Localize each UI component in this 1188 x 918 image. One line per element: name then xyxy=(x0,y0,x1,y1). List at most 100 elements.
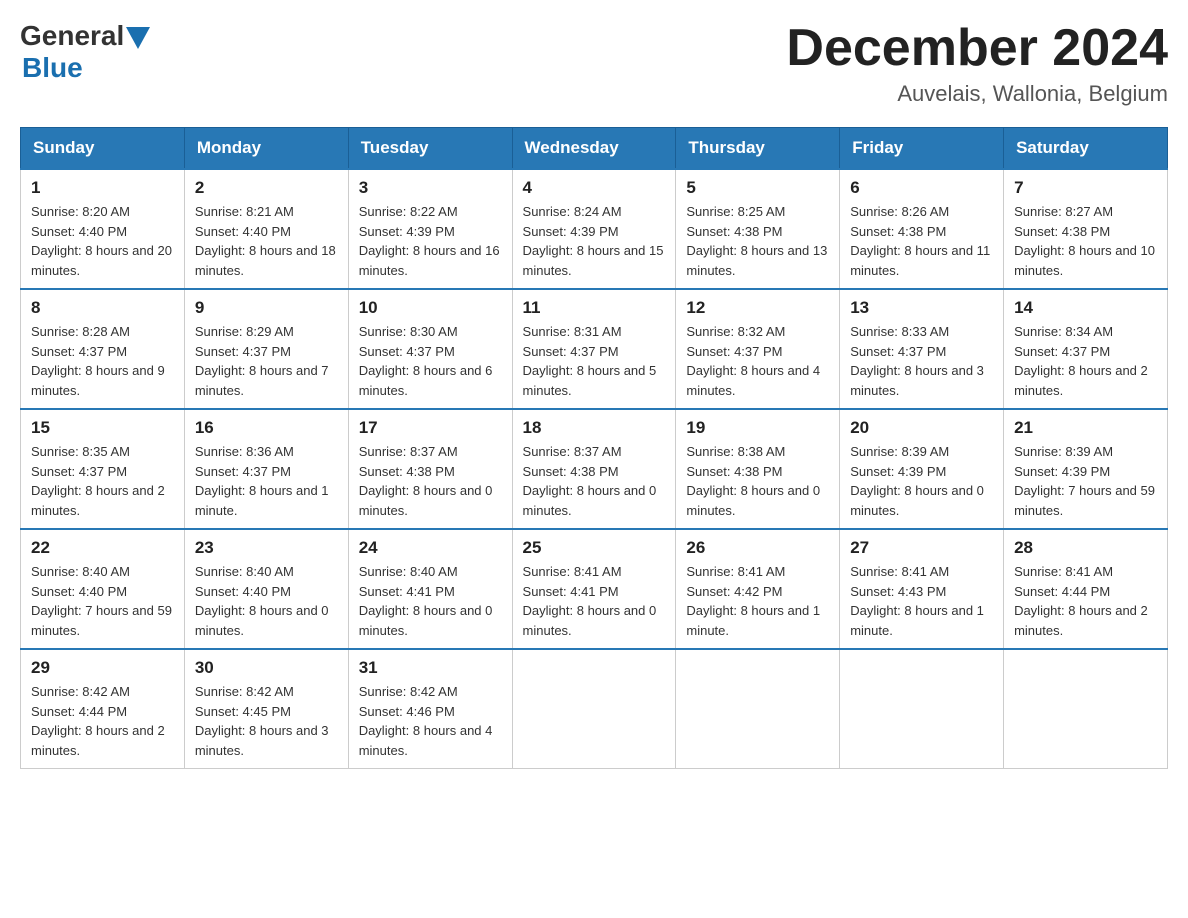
day-cell-6: 6 Sunrise: 8:26 AMSunset: 4:38 PMDaylight… xyxy=(840,169,1004,289)
day-info: Sunrise: 8:37 AMSunset: 4:38 PMDaylight:… xyxy=(359,442,502,520)
day-info: Sunrise: 8:41 AMSunset: 4:42 PMDaylight:… xyxy=(686,562,829,640)
day-cell-16: 16 Sunrise: 8:36 AMSunset: 4:37 PMDayligh… xyxy=(184,409,348,529)
weekday-header-sunday: Sunday xyxy=(21,128,185,170)
day-cell-22: 22Sunrise: 8:40 AMSunset: 4:40 PMDayligh… xyxy=(21,529,185,649)
day-info: Sunrise: 8:32 AMSunset: 4:37 PMDaylight:… xyxy=(686,322,829,400)
day-info: Sunrise: 8:40 AMSunset: 4:40 PMDaylight:… xyxy=(195,562,338,640)
day-info: Sunrise: 8:42 AMSunset: 4:44 PMDaylight:… xyxy=(31,682,174,760)
day-info: Sunrise: 8:39 AMSunset: 4:39 PMDaylight:… xyxy=(1014,442,1157,520)
day-number: 16 xyxy=(195,418,338,438)
day-number: 8 xyxy=(31,298,174,318)
day-info: Sunrise: 8:38 AMSunset: 4:38 PMDaylight:… xyxy=(686,442,829,520)
day-cell-19: 19 Sunrise: 8:38 AMSunset: 4:38 PMDayligh… xyxy=(676,409,840,529)
day-number: 15 xyxy=(31,418,174,438)
day-number: 7 xyxy=(1014,178,1157,198)
day-number: 18 xyxy=(523,418,666,438)
day-info: Sunrise: 8:25 AMSunset: 4:38 PMDaylight:… xyxy=(686,202,829,280)
weekday-header-wednesday: Wednesday xyxy=(512,128,676,170)
day-info: Sunrise: 8:31 AMSunset: 4:37 PMDaylight:… xyxy=(523,322,666,400)
day-cell-11: 11 Sunrise: 8:31 AMSunset: 4:37 PMDayligh… xyxy=(512,289,676,409)
day-info: Sunrise: 8:28 AMSunset: 4:37 PMDaylight:… xyxy=(31,322,174,400)
day-number: 11 xyxy=(523,298,666,318)
day-info: Sunrise: 8:39 AMSunset: 4:39 PMDaylight:… xyxy=(850,442,993,520)
weekday-header-thursday: Thursday xyxy=(676,128,840,170)
day-cell-17: 17 Sunrise: 8:37 AMSunset: 4:38 PMDayligh… xyxy=(348,409,512,529)
location-title: Auvelais, Wallonia, Belgium xyxy=(786,81,1168,107)
day-cell-7: 7Sunrise: 8:27 AMSunset: 4:38 PMDaylight… xyxy=(1004,169,1168,289)
day-number: 24 xyxy=(359,538,502,558)
title-area: December 2024 Auvelais, Wallonia, Belgiu… xyxy=(786,20,1168,107)
weekday-header-row: SundayMondayTuesdayWednesdayThursdayFrid… xyxy=(21,128,1168,170)
day-cell-28: 28 Sunrise: 8:41 AMSunset: 4:44 PMDayligh… xyxy=(1004,529,1168,649)
day-cell-30: 30Sunrise: 8:42 AMSunset: 4:45 PMDayligh… xyxy=(184,649,348,769)
day-number: 17 xyxy=(359,418,502,438)
day-info: Sunrise: 8:22 AMSunset: 4:39 PMDaylight:… xyxy=(359,202,502,280)
day-info: Sunrise: 8:37 AMSunset: 4:38 PMDaylight:… xyxy=(523,442,666,520)
day-info: Sunrise: 8:34 AMSunset: 4:37 PMDaylight:… xyxy=(1014,322,1157,400)
day-info: Sunrise: 8:26 AMSunset: 4:38 PMDaylight:… xyxy=(850,202,993,280)
logo-triangle-icon xyxy=(126,27,150,49)
day-number: 10 xyxy=(359,298,502,318)
day-info: Sunrise: 8:41 AMSunset: 4:41 PMDaylight:… xyxy=(523,562,666,640)
day-info: Sunrise: 8:42 AMSunset: 4:46 PMDaylight:… xyxy=(359,682,502,760)
empty-cell xyxy=(512,649,676,769)
week-row-5: 29 Sunrise: 8:42 AMSunset: 4:44 PMDayligh… xyxy=(21,649,1168,769)
day-number: 27 xyxy=(850,538,993,558)
day-number: 2 xyxy=(195,178,338,198)
day-cell-4: 4Sunrise: 8:24 AMSunset: 4:39 PMDaylight… xyxy=(512,169,676,289)
day-cell-14: 14 Sunrise: 8:34 AMSunset: 4:37 PMDayligh… xyxy=(1004,289,1168,409)
day-number: 19 xyxy=(686,418,829,438)
empty-cell xyxy=(840,649,1004,769)
day-cell-20: 20 Sunrise: 8:39 AMSunset: 4:39 PMDayligh… xyxy=(840,409,1004,529)
week-row-1: 1 Sunrise: 8:20 AMSunset: 4:40 PMDaylight… xyxy=(21,169,1168,289)
calendar-table: SundayMondayTuesdayWednesdayThursdayFrid… xyxy=(20,127,1168,769)
day-number: 5 xyxy=(686,178,829,198)
day-cell-29: 29 Sunrise: 8:42 AMSunset: 4:44 PMDayligh… xyxy=(21,649,185,769)
day-number: 20 xyxy=(850,418,993,438)
day-number: 25 xyxy=(523,538,666,558)
logo-general-text: General xyxy=(20,20,124,52)
day-number: 14 xyxy=(1014,298,1157,318)
day-number: 12 xyxy=(686,298,829,318)
day-cell-10: 10 Sunrise: 8:30 AMSunset: 4:37 PMDayligh… xyxy=(348,289,512,409)
day-cell-21: 21Sunrise: 8:39 AMSunset: 4:39 PMDayligh… xyxy=(1004,409,1168,529)
logo-blue-text: Blue xyxy=(22,52,150,84)
day-info: Sunrise: 8:20 AMSunset: 4:40 PMDaylight:… xyxy=(31,202,174,280)
day-cell-9: 9 Sunrise: 8:29 AMSunset: 4:37 PMDaylight… xyxy=(184,289,348,409)
day-cell-5: 5 Sunrise: 8:25 AMSunset: 4:38 PMDaylight… xyxy=(676,169,840,289)
day-number: 29 xyxy=(31,658,174,678)
day-info: Sunrise: 8:36 AMSunset: 4:37 PMDaylight:… xyxy=(195,442,338,520)
day-number: 13 xyxy=(850,298,993,318)
day-number: 9 xyxy=(195,298,338,318)
day-cell-18: 18 Sunrise: 8:37 AMSunset: 4:38 PMDayligh… xyxy=(512,409,676,529)
day-number: 6 xyxy=(850,178,993,198)
day-info: Sunrise: 8:40 AMSunset: 4:40 PMDaylight:… xyxy=(31,562,174,640)
day-number: 28 xyxy=(1014,538,1157,558)
day-cell-8: 8 Sunrise: 8:28 AMSunset: 4:37 PMDaylight… xyxy=(21,289,185,409)
day-cell-2: 2Sunrise: 8:21 AMSunset: 4:40 PMDaylight… xyxy=(184,169,348,289)
weekday-header-tuesday: Tuesday xyxy=(348,128,512,170)
day-number: 3 xyxy=(359,178,502,198)
empty-cell xyxy=(676,649,840,769)
day-info: Sunrise: 8:35 AMSunset: 4:37 PMDaylight:… xyxy=(31,442,174,520)
weekday-header-friday: Friday xyxy=(840,128,1004,170)
day-number: 30 xyxy=(195,658,338,678)
day-cell-13: 13 Sunrise: 8:33 AMSunset: 4:37 PMDayligh… xyxy=(840,289,1004,409)
day-info: Sunrise: 8:33 AMSunset: 4:37 PMDaylight:… xyxy=(850,322,993,400)
day-cell-3: 3 Sunrise: 8:22 AMSunset: 4:39 PMDaylight… xyxy=(348,169,512,289)
logo: General Blue xyxy=(20,20,150,84)
day-cell-24: 24Sunrise: 8:40 AMSunset: 4:41 PMDayligh… xyxy=(348,529,512,649)
day-cell-26: 26Sunrise: 8:41 AMSunset: 4:42 PMDayligh… xyxy=(676,529,840,649)
day-info: Sunrise: 8:41 AMSunset: 4:44 PMDaylight:… xyxy=(1014,562,1157,640)
day-info: Sunrise: 8:29 AMSunset: 4:37 PMDaylight:… xyxy=(195,322,338,400)
week-row-4: 22Sunrise: 8:40 AMSunset: 4:40 PMDayligh… xyxy=(21,529,1168,649)
day-info: Sunrise: 8:30 AMSunset: 4:37 PMDaylight:… xyxy=(359,322,502,400)
day-number: 1 xyxy=(31,178,174,198)
day-cell-27: 27Sunrise: 8:41 AMSunset: 4:43 PMDayligh… xyxy=(840,529,1004,649)
day-cell-23: 23Sunrise: 8:40 AMSunset: 4:40 PMDayligh… xyxy=(184,529,348,649)
day-cell-1: 1 Sunrise: 8:20 AMSunset: 4:40 PMDaylight… xyxy=(21,169,185,289)
page-header: General Blue December 2024 Auvelais, Wal… xyxy=(20,20,1168,107)
week-row-3: 15 Sunrise: 8:35 AMSunset: 4:37 PMDayligh… xyxy=(21,409,1168,529)
week-row-2: 8 Sunrise: 8:28 AMSunset: 4:37 PMDaylight… xyxy=(21,289,1168,409)
day-number: 31 xyxy=(359,658,502,678)
